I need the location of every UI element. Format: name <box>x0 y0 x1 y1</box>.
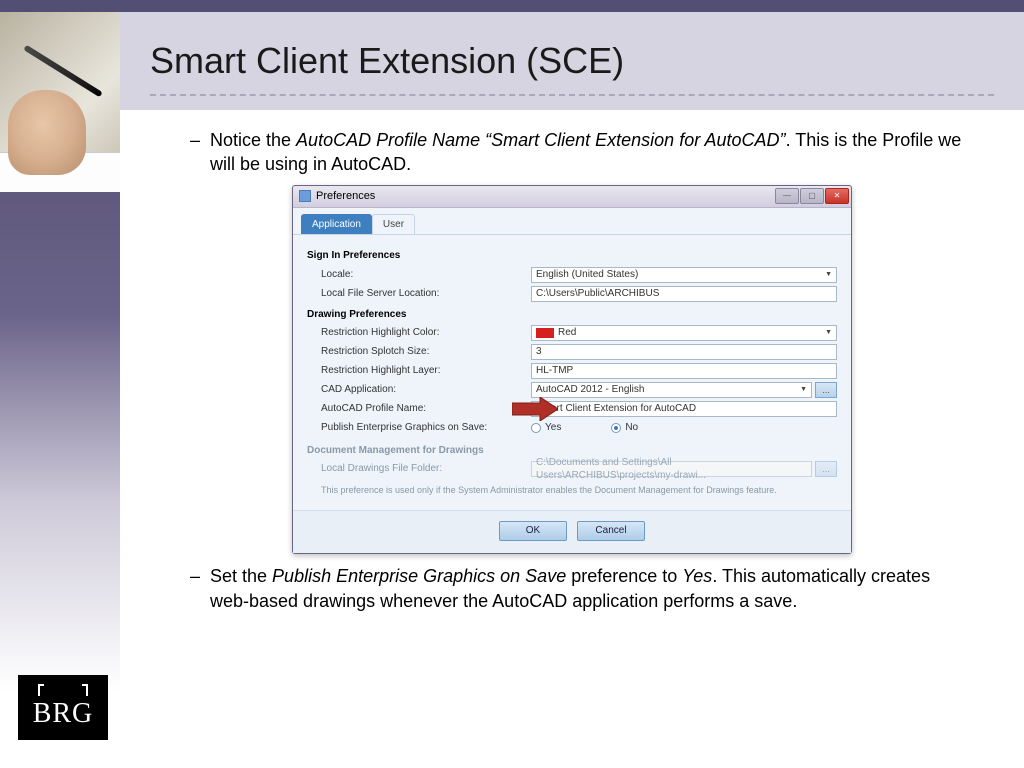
doc-mgmt-note: This preference is used only if the Syst… <box>307 480 837 500</box>
local-drawings-folder-input: C:\Documents and Settings\All Users\ARCH… <box>531 461 812 477</box>
section-drawing: Drawing Preferences <box>307 308 837 322</box>
cad-browse-button[interactable]: ... <box>815 382 837 398</box>
maximize-button[interactable]: ▢ <box>800 188 824 204</box>
minimize-button[interactable]: — <box>775 188 799 204</box>
local-drawings-folder-label: Local Drawings File Folder: <box>321 462 531 476</box>
bullet-2-text: Set the Publish Enterprise Graphics on S… <box>210 564 964 613</box>
dialog-buttons: OK Cancel <box>293 510 851 553</box>
logo-bracket-icon <box>38 686 88 696</box>
splotch-size-input[interactable]: 3 <box>531 344 837 360</box>
local-file-server-input[interactable]: C:\Users\Public\ARCHIBUS <box>531 286 837 302</box>
logo-text: BRG <box>33 698 94 730</box>
bullet-dash: – <box>180 564 210 613</box>
bullet-dash: – <box>180 128 210 177</box>
profile-name-label: AutoCAD Profile Name: <box>321 402 531 416</box>
dialog-titlebar: Preferences — ▢ ✕ <box>293 186 851 208</box>
preferences-screenshot: Preferences — ▢ ✕ Application User Sign … <box>292 185 852 555</box>
radio-selected-icon <box>611 423 621 433</box>
cad-application-label: CAD Application: <box>321 383 531 397</box>
slide-title: Smart Client Extension (SCE) <box>150 40 994 82</box>
slide-content: – Notice the AutoCAD Profile Name “Smart… <box>120 110 1024 621</box>
close-button[interactable]: ✕ <box>825 188 849 204</box>
dialog-app-icon <box>299 190 311 202</box>
red-swatch-icon <box>536 328 554 338</box>
highlight-layer-input[interactable]: HL-TMP <box>531 363 837 379</box>
splotch-size-label: Restriction Splotch Size: <box>321 345 531 359</box>
dialog-body: Sign In Preferences Locale: English (Uni… <box>293 235 851 510</box>
title-underline <box>150 94 994 96</box>
radio-icon <box>531 423 541 433</box>
cad-application-dropdown[interactable]: AutoCAD 2012 - English <box>531 382 812 398</box>
section-sign-in: Sign In Preferences <box>307 249 837 263</box>
bullet-1: – Notice the AutoCAD Profile Name “Smart… <box>180 128 964 177</box>
ldf-browse-button: ... <box>815 461 837 477</box>
publish-yes-radio[interactable]: Yes <box>531 421 561 435</box>
dialog-title: Preferences <box>316 189 775 204</box>
top-accent-bar <box>0 0 1024 12</box>
highlight-color-dropdown[interactable]: Red <box>531 325 837 341</box>
brg-logo: BRG <box>18 675 108 740</box>
publish-label: Publish Enterprise Graphics on Save: <box>321 421 531 435</box>
local-file-server-label: Local File Server Location: <box>321 287 531 301</box>
decorative-sidebar <box>0 12 120 768</box>
highlight-layer-label: Restriction Highlight Layer: <box>321 364 531 378</box>
locale-dropdown[interactable]: English (United States) <box>531 267 837 283</box>
bullet-1-text: Notice the AutoCAD Profile Name “Smart C… <box>210 128 964 177</box>
sidebar-photo <box>0 12 120 192</box>
locale-label: Locale: <box>321 268 531 282</box>
ok-button[interactable]: OK <box>499 521 567 541</box>
tab-application[interactable]: Application <box>301 214 372 235</box>
bullet-2: – Set the Publish Enterprise Graphics on… <box>180 564 964 613</box>
dialog-tabs: Application User <box>293 208 851 236</box>
title-band: Smart Client Extension (SCE) <box>120 12 1024 110</box>
preferences-dialog: Preferences — ▢ ✕ Application User Sign … <box>292 185 852 555</box>
doc-mgmt-section: Document Management for Drawings Local D… <box>307 444 837 501</box>
highlight-color-label: Restriction Highlight Color: <box>321 326 531 340</box>
cancel-button[interactable]: Cancel <box>577 521 645 541</box>
publish-radio-group: Yes No <box>531 420 837 436</box>
profile-name-input[interactable]: Smart Client Extension for AutoCAD <box>531 401 837 417</box>
tab-user[interactable]: User <box>372 214 415 235</box>
publish-no-radio[interactable]: No <box>611 421 638 435</box>
